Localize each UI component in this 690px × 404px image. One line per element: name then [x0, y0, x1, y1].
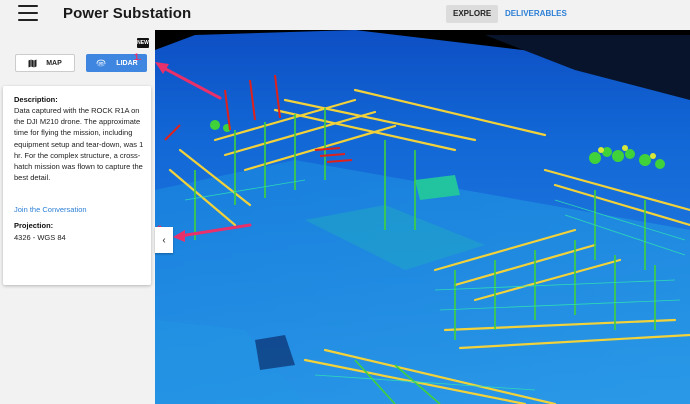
join-conversation-link[interactable]: Join the Conversation: [14, 205, 87, 214]
lidar-point-cloud-view[interactable]: [155, 30, 690, 404]
tab-deliverables[interactable]: DELIVERABLES: [498, 5, 574, 23]
info-card: Description: Data captured with the ROCK…: [3, 86, 151, 285]
page-title: Power Substation: [63, 5, 192, 22]
sidebar-panel: NEW MAP 3D LIDAR Description: Data captu…: [0, 30, 155, 404]
svg-text:3D: 3D: [99, 61, 104, 66]
annotation-marker-1: 1.: [134, 52, 142, 62]
projection-value: 4326 - WGS 84: [14, 233, 66, 242]
projection-label: Projection:: [14, 221, 54, 230]
hamburger-menu-icon[interactable]: [18, 5, 38, 21]
map-button-label: MAP: [46, 59, 62, 67]
point-cloud-render: [155, 30, 690, 404]
app-header: Power Substation EXPLORE DELIVERABLES: [0, 0, 690, 30]
tab-explore[interactable]: EXPLORE: [446, 5, 499, 23]
description-text: Data captured with the ROCK R1A on the D…: [14, 106, 144, 183]
description-label: Description:: [14, 95, 58, 104]
map-icon: [28, 59, 37, 67]
collapse-panel-button[interactable]: ‹: [155, 227, 173, 253]
3d-view-icon: 3D: [96, 59, 106, 67]
map-view-button[interactable]: MAP: [15, 54, 75, 72]
chevron-left-icon: ‹: [162, 234, 166, 246]
new-badge: NEW: [137, 38, 149, 48]
